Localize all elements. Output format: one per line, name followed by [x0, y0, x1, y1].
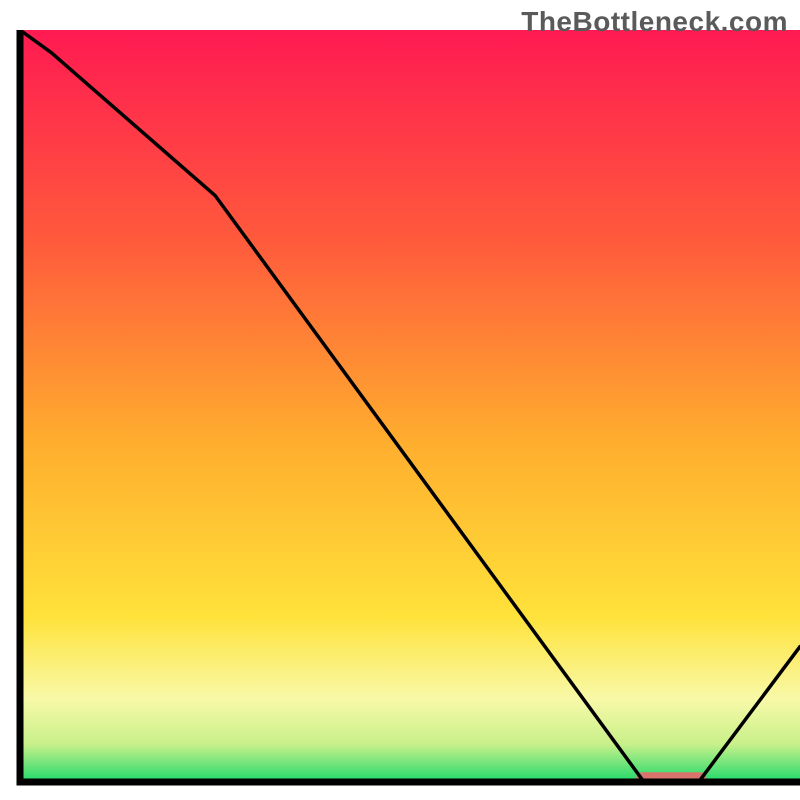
gradient-background — [20, 30, 800, 782]
plot-area — [20, 30, 800, 784]
watermark-label: TheBottleneck.com — [521, 6, 788, 38]
bottleneck-chart — [0, 0, 800, 800]
chart-container: TheBottleneck.com — [0, 0, 800, 800]
